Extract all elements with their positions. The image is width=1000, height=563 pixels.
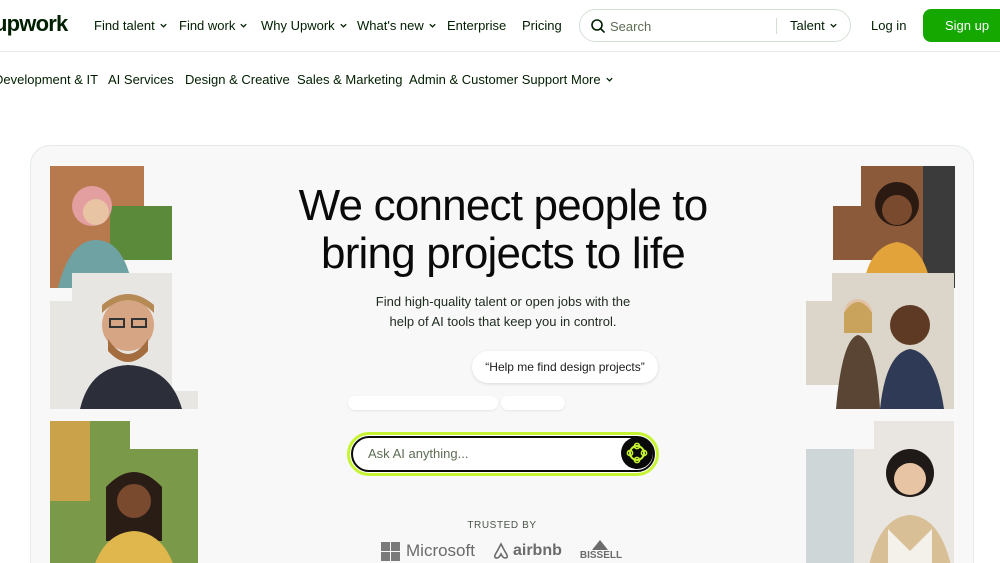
chevron-down-icon [830,23,837,28]
hero-subtitle-line1: Find high-quality talent or open jobs wi… [375,294,631,309]
nav-find-work[interactable]: Find work [179,18,248,33]
category-admin-support[interactable]: Admin & Customer Support [409,72,567,87]
nav-find-talent[interactable]: Find talent [94,18,168,33]
nav-find-talent-label: Find talent [94,18,155,33]
nav-whats-new-label: What's new [357,18,424,33]
ask-ai-submit-button[interactable] [621,437,653,469]
hero-subtitle: Find high-quality talent or open jobs wi… [331,292,675,332]
signup-button[interactable]: Sign up [923,9,1000,42]
nav-why-upwork[interactable]: Why Upwork [261,18,348,33]
microsoft-logo-text: Microsoft [406,541,475,560]
trusted-logos: Microsoft airbnb BISSELL [381,539,623,562]
search-icon [591,19,605,33]
search-scope-dropdown[interactable]: Talent [790,18,838,33]
microsoft-logo: Microsoft [381,541,475,561]
nav-find-work-label: Find work [179,18,236,33]
chevron-down-icon [160,23,167,28]
nav-enterprise[interactable]: Enterprise [447,18,506,33]
category-ai-services[interactable]: AI Services [108,72,174,87]
hero-headline-line2: bring projects to life [321,229,686,278]
ask-ai-input[interactable] [368,444,588,462]
chevron-down-icon [605,77,613,82]
category-more[interactable]: More [571,72,614,87]
microsoft-grid-icon [381,541,400,561]
freelancer-photo-5 [806,273,954,409]
nav-why-upwork-label: Why Upwork [261,18,335,33]
freelancer-photo-4 [833,166,955,288]
freelancer-photo-6 [806,421,954,563]
chevron-down-icon [340,23,347,28]
category-sales-marketing[interactable]: Sales & Marketing [297,72,403,87]
bissell-logo-text: BISSELL [579,549,623,561]
airbnb-logo: airbnb [493,542,562,560]
airbnb-icon [493,542,509,559]
search-scope-label: Talent [790,18,825,33]
trusted-by-label: TRUSTED BY [467,520,537,531]
login-link[interactable]: Log in [871,18,906,33]
bissell-peak-icon [591,539,608,550]
ask-ai-box[interactable] [347,432,659,476]
suggestion-placeholder-pill [501,396,565,410]
category-design-creative[interactable]: Design & Creative [185,72,290,87]
hero-headline-line1: We connect people to [298,181,709,230]
category-development-it[interactable]: Development & IT [0,72,98,87]
nav-whats-new[interactable]: What's new [357,18,437,33]
search-bar[interactable]: Talent [579,9,851,42]
chevron-down-icon [429,23,436,28]
category-more-label: More [571,72,601,87]
upwork-logo[interactable]: upwork [0,11,68,37]
search-divider [776,18,777,34]
chevron-down-icon [240,23,248,28]
nav-pricing[interactable]: Pricing [522,18,562,33]
hero-headline: We connect people to bring projects to l… [231,182,775,278]
top-navigation: upwork Find talent Find work Why Upwork … [0,0,1000,52]
search-input[interactable] [610,17,760,35]
bissell-logo: BISSELL [579,539,623,561]
ai-suggestion-chip[interactable]: “Help me find design projects” [472,351,658,383]
freelancer-photo-3 [50,421,198,563]
freelancer-photo-1 [50,166,172,288]
suggestion-placeholder-pill [348,396,498,410]
hero-subtitle-line2: help of AI tools that keep you in contro… [389,314,617,329]
airbnb-logo-text: airbnb [512,542,562,559]
hero-section: We connect people to bring projects to l… [30,145,974,563]
ai-sparkle-icon [626,442,648,464]
freelancer-photo-2 [50,273,198,409]
